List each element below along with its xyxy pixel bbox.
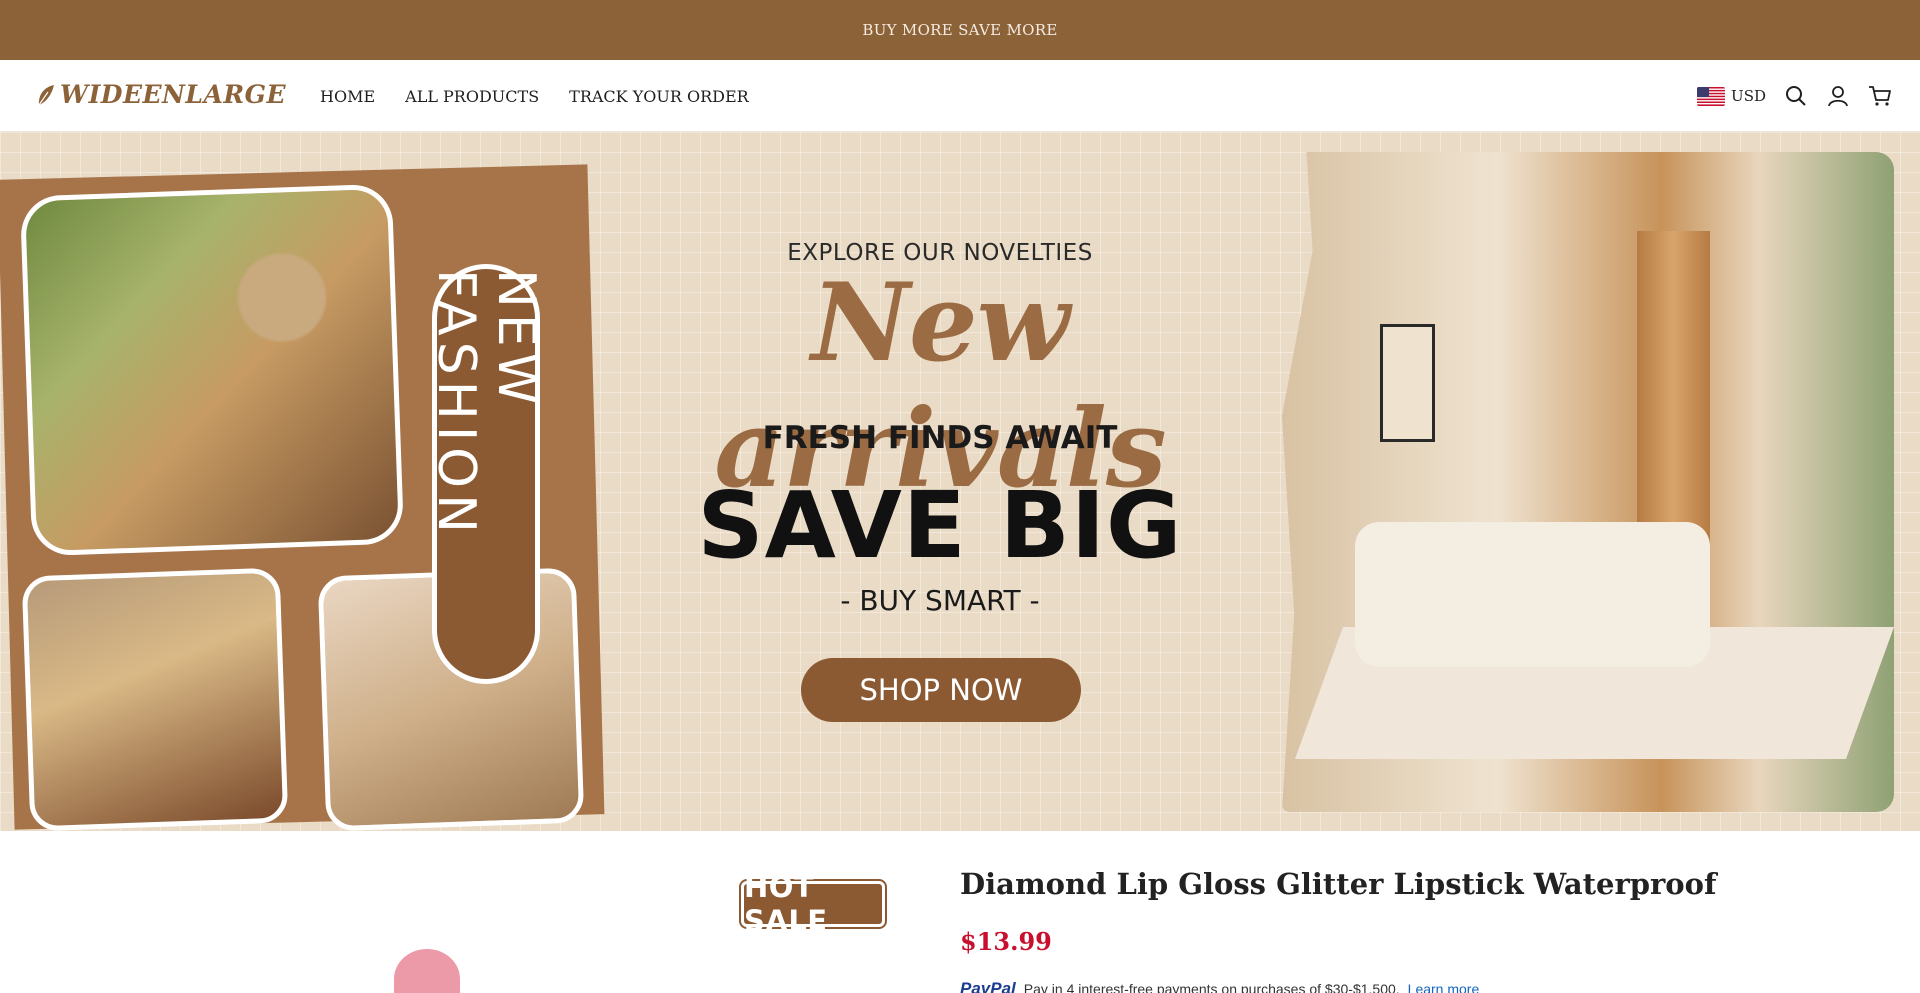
product-price: $13.99 [960, 927, 1052, 956]
account-icon[interactable] [1826, 84, 1850, 108]
cosmetics-photo [21, 567, 289, 831]
site-header: WIDEENLARGE HOME ALL PRODUCTS TRACK YOUR… [0, 60, 1920, 132]
currency-label: USD [1731, 87, 1766, 105]
new-fashion-text: NEW FASHION [426, 269, 546, 539]
sofa [1355, 521, 1711, 667]
shop-now-button[interactable]: SHOP NOW [801, 658, 1081, 722]
nav-track-order[interactable]: TRACK YOUR ORDER [569, 87, 749, 106]
site-logo[interactable]: WIDEENLARGE [36, 80, 286, 109]
nav-home[interactable]: HOME [320, 87, 375, 106]
paypal-message: PayPal Pay in 4 interest-free payments o… [960, 979, 1479, 993]
hero-save-big: SAVE BIG [697, 472, 1183, 579]
product-title: Diamond Lip Gloss Glitter Lipstick Water… [960, 867, 1717, 901]
hot-sale-badge: HOT SALE [741, 870, 885, 938]
new-fashion-label: NEW FASHION [426, 264, 546, 684]
cart-icon[interactable] [1868, 84, 1892, 108]
product-image[interactable] [394, 949, 460, 993]
hero-subheading: FRESH FINDS AWAIT [762, 420, 1118, 456]
nav-all-products[interactable]: ALL PRODUCTS [405, 87, 539, 106]
paypal-logo: PayPal [960, 979, 1016, 993]
paypal-text: Pay in 4 interest-free payments on purch… [1023, 981, 1400, 993]
main-nav: HOME ALL PRODUCTS TRACK YOUR ORDER [320, 60, 749, 132]
header-tools: USD [1697, 60, 1892, 132]
search-icon[interactable] [1784, 84, 1808, 108]
announcement-text: BUY MORE SAVE MORE [862, 21, 1058, 39]
hero-buy-smart: - BUY SMART - [840, 584, 1040, 617]
logo-text: WIDEENLARGE [60, 80, 287, 109]
wall-art [1379, 323, 1435, 443]
living-room-photo [1282, 152, 1894, 812]
announcement-bar: BUY MORE SAVE MORE [0, 0, 1920, 60]
hero-banner[interactable]: NEW FASHION EXPLORE OUR NOVELTIES New ar… [0, 132, 1920, 831]
product-section: HOT SALE Diamond Lip Gloss Glitter Lipst… [0, 831, 1920, 993]
fashion-photo [19, 183, 405, 557]
leaf-icon [38, 84, 54, 105]
learn-more-link[interactable]: Learn more [1408, 981, 1480, 993]
us-flag-icon [1697, 86, 1726, 106]
hero-copy: EXPLORE OUR NOVELTIES New arrivals FRESH… [600, 132, 1280, 831]
currency-selector[interactable]: USD [1697, 86, 1766, 106]
